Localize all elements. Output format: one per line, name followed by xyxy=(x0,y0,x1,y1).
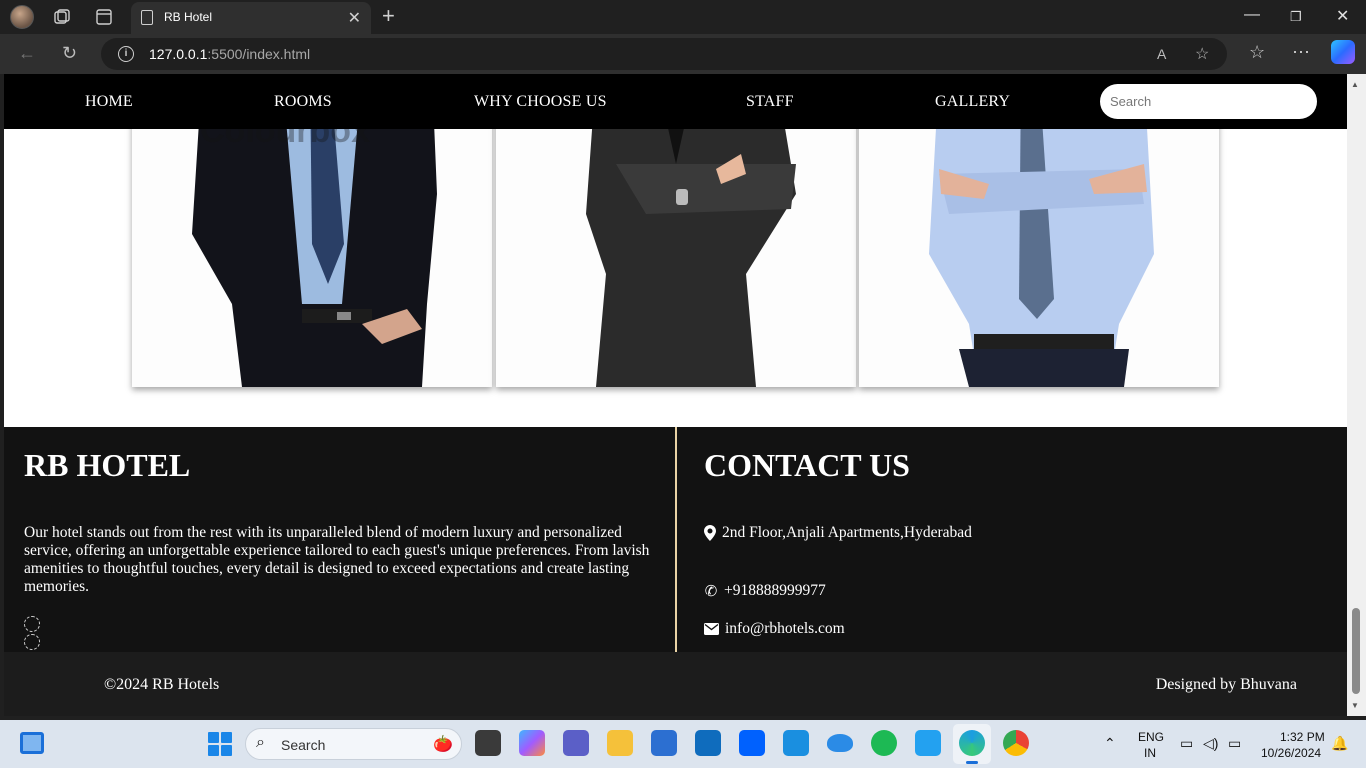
favorite-star-icon[interactable]: ☆ xyxy=(1195,44,1209,64)
browser-tab-bar: RB Hotel ✕ + — ❐ ✕ xyxy=(0,0,1366,34)
battery-icon[interactable]: ▭ xyxy=(1228,735,1241,752)
footer-about-text: Our hotel stands out from the rest with … xyxy=(24,524,650,595)
nav-link-gallery[interactable]: GALLERY xyxy=(935,93,1010,111)
spotify-icon[interactable] xyxy=(871,730,897,756)
tab-rb-hotel[interactable]: RB Hotel ✕ xyxy=(131,2,371,34)
page-icon xyxy=(141,10,153,25)
close-window-icon[interactable]: ✕ xyxy=(1336,6,1349,26)
widgets-icon[interactable] xyxy=(20,732,44,754)
site-navbar: HOME ROOMS WHY CHOOSE US STAFF GALLERY xyxy=(4,74,1347,129)
contact-phone-text[interactable]: +918888999977 xyxy=(724,582,826,600)
address-bar[interactable]: i 127.0.0.1:5500/index.html A ☆ xyxy=(101,38,1227,70)
contact-email: info@rbhotels.com xyxy=(704,620,845,638)
copyright-bar: ©2024 RB Hotels Designed by Bhuvana xyxy=(4,652,1347,716)
restore-icon[interactable]: ❐ xyxy=(1290,9,1302,25)
map-marker-icon xyxy=(704,525,716,541)
search-highlight-icon: 🍅 xyxy=(433,736,453,753)
workspaces-icon[interactable] xyxy=(52,7,72,27)
minimize-icon[interactable]: — xyxy=(1244,6,1260,24)
windows-taskbar: ⌕ Search 🍅 ⌃ ENG IN ▭ ◁) ▭ 1:32 PM 10/26… xyxy=(0,720,1366,768)
contact-phone: ✆ +918888999977 xyxy=(704,582,826,600)
file-explorer-icon[interactable] xyxy=(607,730,633,756)
task-view-icon[interactable] xyxy=(475,730,501,756)
show-hidden-icons-icon[interactable]: ⌃ xyxy=(1104,735,1116,752)
designer-credit: Designed by Bhuvana xyxy=(1155,676,1297,693)
store-icon[interactable] xyxy=(651,730,677,756)
nav-link-rooms[interactable]: ROOMS xyxy=(274,93,332,111)
tab-title: RB Hotel xyxy=(164,10,213,24)
scrollbar-thumb[interactable] xyxy=(1352,608,1360,694)
copilot-app-icon[interactable] xyxy=(519,730,545,756)
notifications-bell-icon[interactable]: 🔔 xyxy=(1331,735,1348,752)
site-footer: RB HOTEL Our hotel stands out from the r… xyxy=(4,427,1347,652)
copilot-icon[interactable] xyxy=(1331,40,1355,64)
start-button[interactable] xyxy=(208,732,232,756)
language-bottom[interactable]: IN xyxy=(1144,746,1156,760)
volume-icon[interactable]: ◁) xyxy=(1203,735,1218,752)
scroll-down-icon[interactable]: ▼ xyxy=(1351,701,1359,710)
url-text: 127.0.0.1:5500/index.html xyxy=(149,46,311,62)
nav-link-staff[interactable]: STAFF xyxy=(746,93,794,111)
read-aloud-icon[interactable]: A xyxy=(1157,46,1166,62)
dropbox-icon[interactable] xyxy=(739,730,765,756)
contact-address-text: 2nd Floor,Anjali Apartments,Hyderabad xyxy=(722,524,972,541)
network-icon[interactable]: ▭ xyxy=(1180,735,1193,752)
more-menu-icon[interactable]: ⋯ xyxy=(1292,42,1310,63)
outlook-icon[interactable] xyxy=(695,730,721,756)
nav-link-home[interactable]: HOME xyxy=(85,93,133,111)
vscode-icon[interactable] xyxy=(915,730,941,756)
envelope-icon xyxy=(704,623,719,635)
nav-search-input[interactable] xyxy=(1100,84,1317,119)
onedrive-icon[interactable] xyxy=(827,734,853,752)
contact-email-text[interactable]: info@rbhotels.com xyxy=(725,620,845,638)
clock-time[interactable]: 1:32 PM xyxy=(1280,730,1325,744)
search-icon: ⌕ xyxy=(256,734,265,751)
teams-icon[interactable] xyxy=(563,730,589,756)
close-tab-icon[interactable]: ✕ xyxy=(348,8,361,28)
new-tab-icon[interactable]: + xyxy=(382,3,395,29)
edge-icon[interactable] xyxy=(959,730,985,764)
footer-divider xyxy=(675,427,677,652)
myhp-icon[interactable] xyxy=(783,730,809,756)
nav-link-why-choose-us[interactable]: WHY CHOOSE US xyxy=(474,93,607,111)
copyright-text: ©2024 RB Hotels xyxy=(104,676,220,693)
clock-date[interactable]: 10/26/2024 xyxy=(1261,746,1321,760)
address-toolbar: ← ↻ i 127.0.0.1:5500/index.html A ☆ ☆ ⋯ xyxy=(0,34,1366,74)
language-top[interactable]: ENG xyxy=(1138,730,1164,744)
scroll-up-icon[interactable]: ▲ xyxy=(1351,80,1359,89)
taskbar-search-label: Search xyxy=(281,737,326,753)
footer-about-title: RB HOTEL xyxy=(24,447,191,483)
social-link-icon[interactable] xyxy=(24,634,40,650)
profile-avatar[interactable] xyxy=(10,5,34,29)
contact-address: 2nd Floor,Anjali Apartments,Hyderabad xyxy=(704,524,972,542)
social-link-icon[interactable] xyxy=(24,616,40,632)
refresh-icon[interactable]: ↻ xyxy=(62,43,77,64)
chrome-icon[interactable] xyxy=(1003,730,1029,756)
page-viewport: Colourbox HOME ROOMS WHY CHOOSE US STAFF xyxy=(4,74,1347,716)
back-icon[interactable]: ← xyxy=(18,43,36,64)
footer-contact-title: CONTACT US xyxy=(704,447,910,483)
page-scrollbar[interactable]: ▲ ▼ xyxy=(1347,74,1366,716)
vertical-tabs-icon[interactable] xyxy=(94,7,114,27)
site-info-icon[interactable]: i xyxy=(118,46,134,62)
phone-icon: ✆ xyxy=(704,582,718,600)
taskbar-search[interactable]: ⌕ Search 🍅 xyxy=(245,728,462,760)
favorites-icon[interactable]: ☆ xyxy=(1249,42,1265,63)
